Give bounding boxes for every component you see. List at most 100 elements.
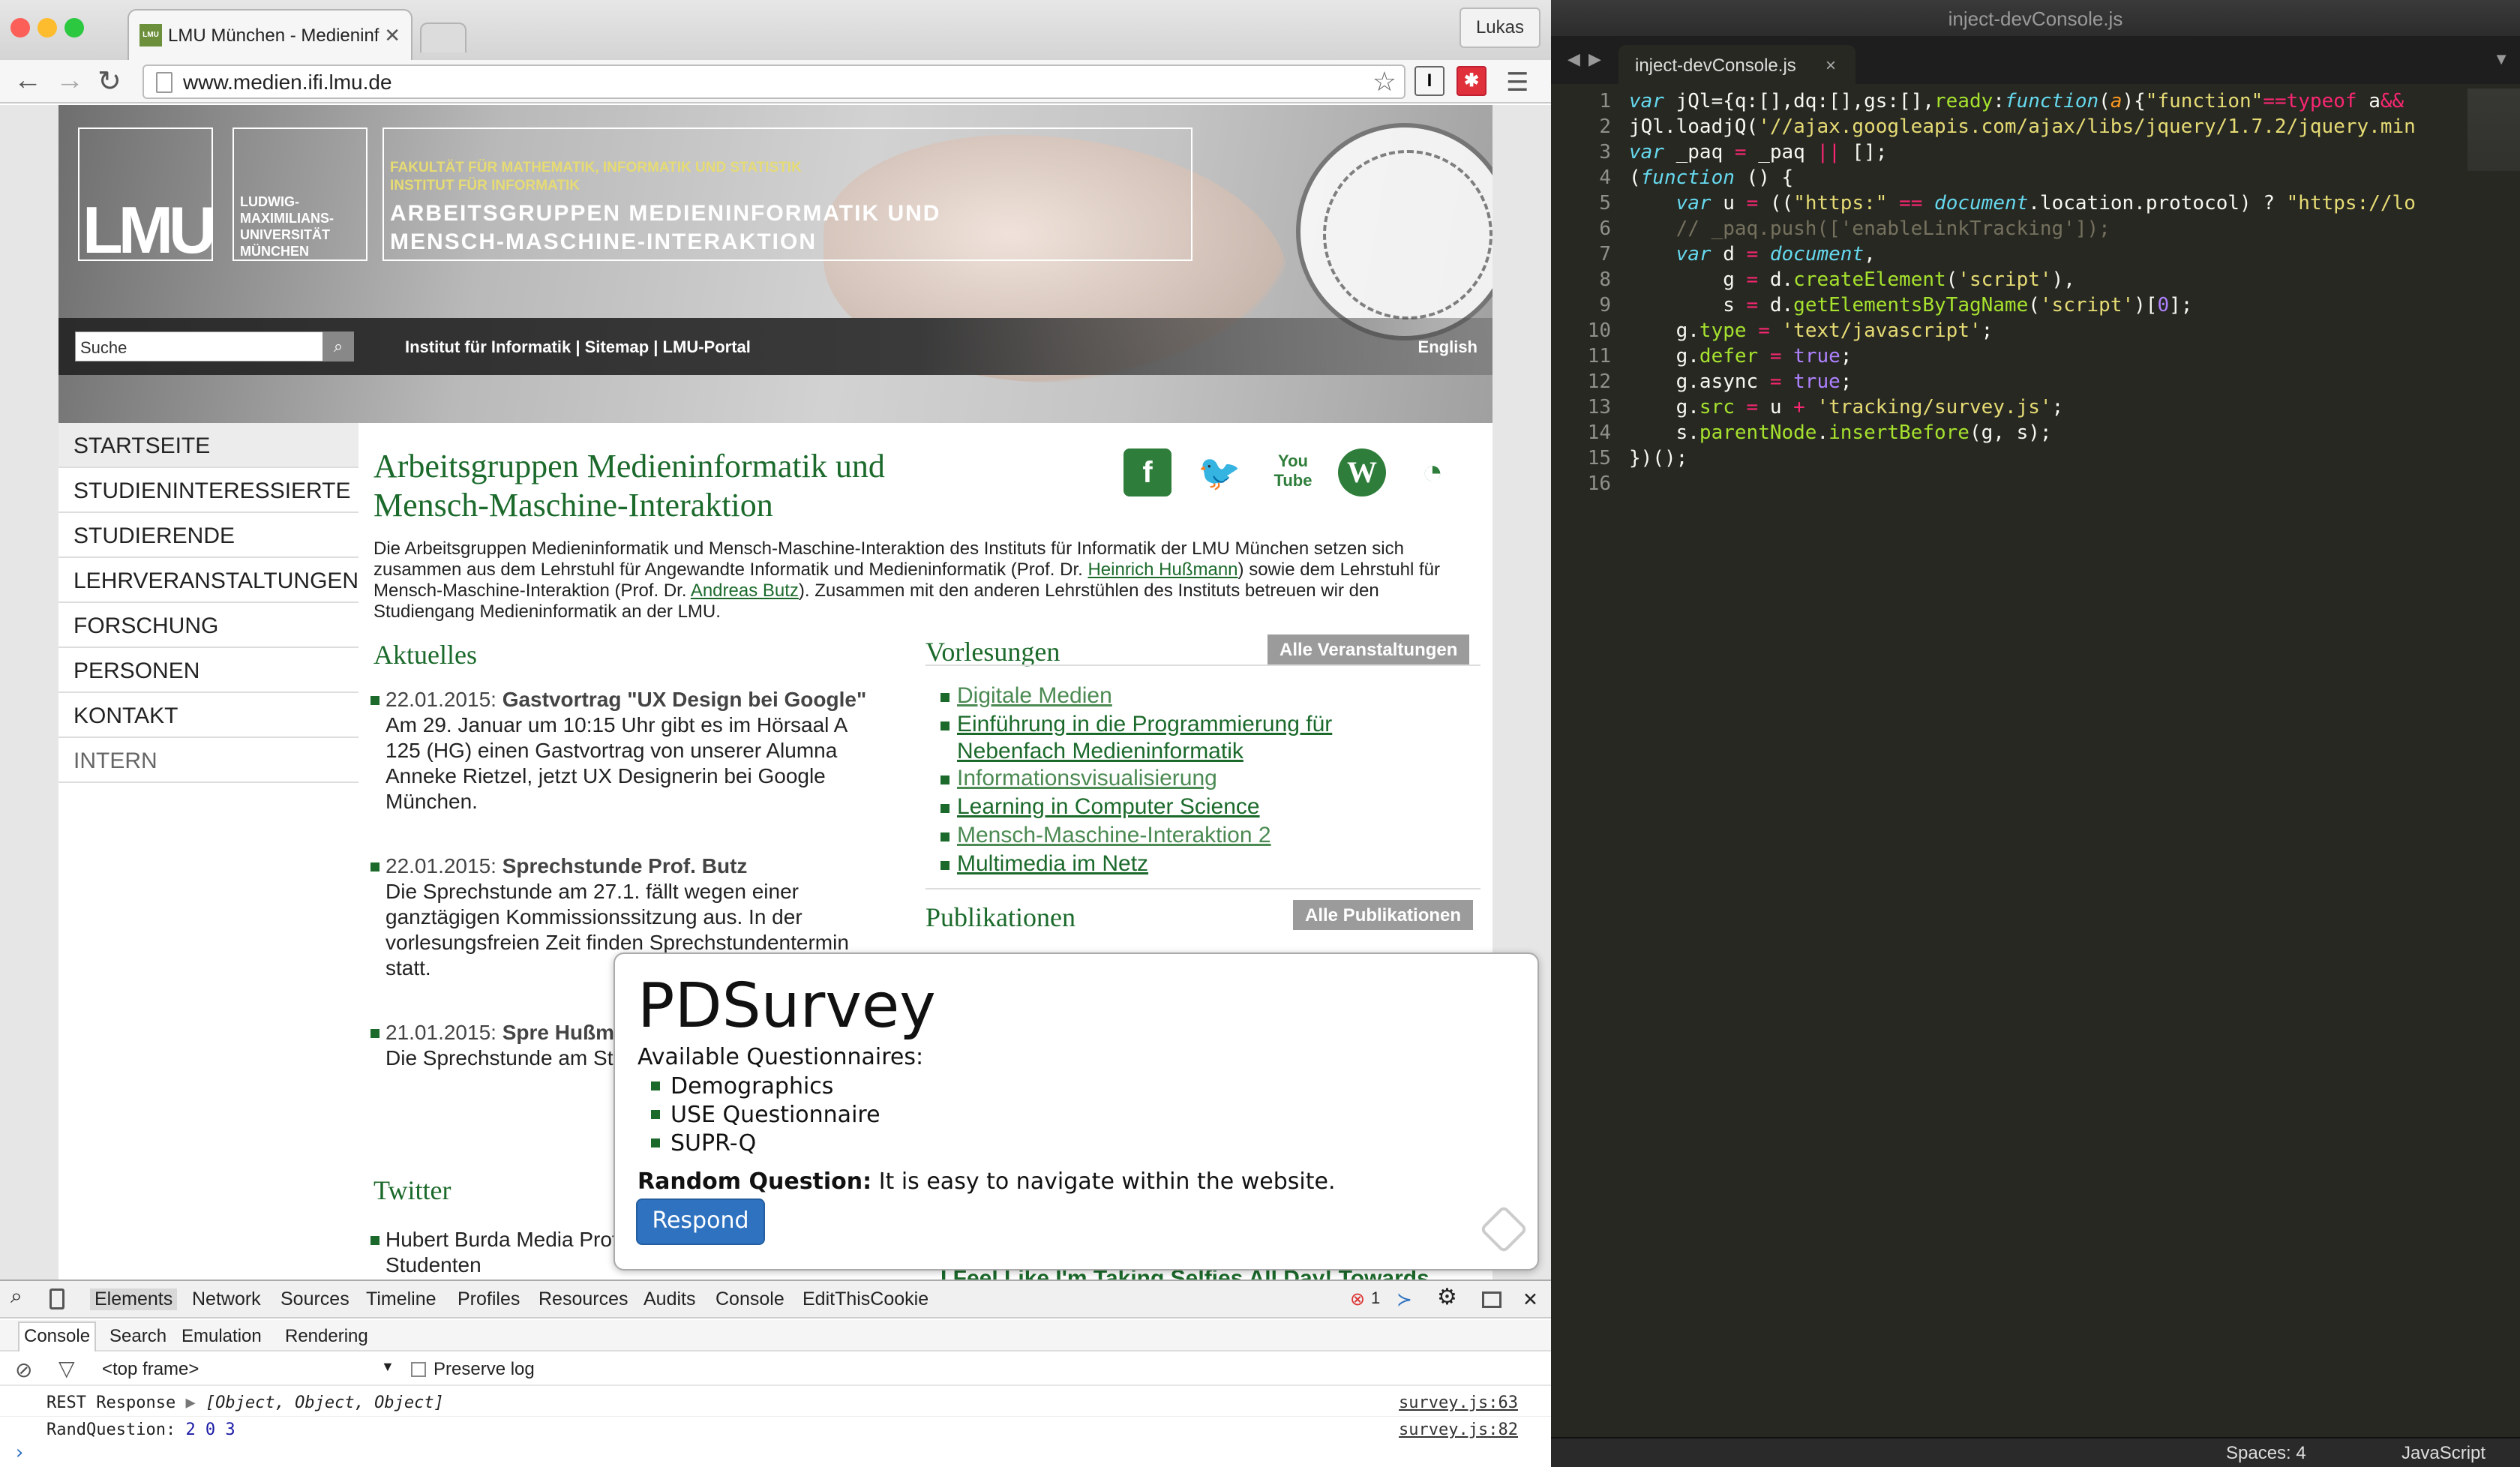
respond-button[interactable]: Respond [636, 1198, 765, 1245]
minimap[interactable] [2468, 88, 2520, 171]
back-arrow-icon[interactable]: ← [14, 64, 42, 97]
facebook-icon[interactable]: f [1124, 448, 1172, 496]
tab-timeline[interactable]: Timeline [366, 1288, 436, 1310]
reload-icon[interactable]: ↻ [98, 64, 122, 98]
lecture-link[interactable]: Informationsvisualisierung [957, 766, 1217, 790]
drawer-tab-rendering[interactable]: Rendering [285, 1326, 368, 1347]
rss-icon[interactable]: ◔ [1408, 448, 1456, 496]
code-line: s.parentNode.insertBefore(g, s); [1629, 422, 2052, 444]
new-tab-button[interactable] [420, 22, 466, 52]
zoom-window-button[interactable] [64, 18, 84, 38]
close-tab-icon[interactable]: × [1826, 56, 1836, 76]
drawer-tab-console[interactable]: Console [18, 1322, 97, 1352]
tab-nav-right-icon[interactable]: ▶ [1588, 50, 1601, 69]
alle-veranstaltungen-button[interactable]: Alle Veranstaltungen [1268, 634, 1470, 664]
bullet-icon [940, 693, 950, 702]
tab-console[interactable]: Console [716, 1288, 784, 1310]
lastpass-extension-icon[interactable]: ✱ [1456, 66, 1486, 96]
lecture-link[interactable]: Digitale Medien [957, 683, 1112, 708]
forward-arrow-icon[interactable]: → [56, 64, 84, 97]
clear-console-icon[interactable]: ⊘ [15, 1358, 32, 1382]
bullet-icon [940, 804, 950, 813]
lecture-link[interactable]: Multimedia im Netz [957, 851, 1148, 876]
address-bar[interactable]: www.medien.ifi.lmu.de ☆ [142, 64, 1406, 99]
profile-button[interactable]: Lukas [1459, 8, 1540, 48]
news-date: 22.01.2015: [386, 854, 496, 878]
settings-gear-icon[interactable]: ⚙ [1437, 1284, 1457, 1310]
tab-audits[interactable]: Audits [644, 1288, 695, 1310]
line-number: 4 [1599, 166, 1611, 189]
lmu-logo[interactable]: LMU [78, 128, 217, 267]
log-source-link[interactable]: survey.js:63 [1399, 1394, 1518, 1412]
instapaper-extension-icon[interactable]: I [1414, 66, 1444, 96]
sidebar-item-startseite[interactable]: STARTSEITE [58, 423, 358, 468]
log-label: RandQuestion: [46, 1420, 176, 1439]
code-area[interactable]: var jQl={q:[],dq:[],gs:[],ready:function… [1629, 88, 2469, 496]
tab-profiles[interactable]: Profiles [458, 1288, 520, 1310]
chevron-down-icon[interactable]: ▼ [381, 1359, 394, 1375]
code-line: var jQl={q:[],dq:[],gs:[],ready:function… [1629, 90, 2404, 112]
questionnaire-item[interactable]: Demographics [651, 1072, 880, 1101]
error-icon[interactable]: ⊗ [1350, 1288, 1365, 1310]
sidebar-item-forschung[interactable]: FORSCHUNG [58, 603, 358, 648]
questionnaire-item[interactable]: USE Questionnaire [651, 1101, 880, 1130]
console-prompt[interactable]: › [14, 1442, 26, 1464]
sidebar-item-intern[interactable]: INTERN [58, 738, 358, 783]
sidebar-item-studierende[interactable]: STUDIERENDE [58, 513, 358, 558]
indentation-setting[interactable]: Spaces: 4 [2226, 1443, 2306, 1464]
console-drawer-icon[interactable]: ≻ [1396, 1288, 1412, 1311]
tab-nav-left-icon[interactable]: ◀ [1568, 50, 1580, 69]
log-value[interactable]: [Object, Object, Object] [206, 1394, 444, 1412]
tab-resources[interactable]: Resources [538, 1288, 628, 1310]
sidebar-item-studieninteressierte[interactable]: STUDIENINTERESSIERTE [58, 468, 358, 513]
sidebar-item-kontakt[interactable]: KONTAKT [58, 693, 358, 738]
news-item: 22.01.2015: Gastvortrag "UX Design bei G… [370, 687, 880, 814]
news-title[interactable]: Gastvortrag "UX Design bei Google" [502, 688, 867, 711]
random-question-label: Random Question: [638, 1168, 872, 1195]
tab-network[interactable]: Network [192, 1288, 261, 1310]
lecture-link[interactable]: Learning in Computer Science [957, 794, 1260, 819]
close-window-button[interactable] [10, 18, 30, 38]
top-links[interactable]: Institut für Informatik | Sitemap | LMU-… [405, 338, 751, 357]
faculty-name: FAKULTÄT FÜR MATHEMATIK, INFORMATIK UND … [390, 160, 802, 176]
news-title[interactable]: Sprechstunde Prof. Butz [502, 854, 748, 878]
line-number: 6 [1599, 218, 1611, 240]
hussmann-link[interactable]: Heinrich Hußmann [1088, 560, 1238, 580]
minimize-window-button[interactable] [38, 18, 57, 38]
browser-tab[interactable]: LMU LMU München - Medieninf ✕ [128, 9, 412, 60]
close-devtools-icon[interactable]: ✕ [1522, 1288, 1538, 1311]
menu-icon[interactable]: ☰ [1506, 68, 1528, 98]
filter-icon[interactable]: ▽ [58, 1356, 75, 1381]
site-search-input[interactable]: Suche [75, 332, 338, 362]
alle-publikationen-button[interactable]: Alle Publikationen [1293, 900, 1474, 930]
preserve-log-checkbox[interactable] [411, 1362, 426, 1377]
tab-sources[interactable]: Sources [280, 1288, 350, 1310]
twitter-icon[interactable]: 🐦 [1196, 448, 1244, 496]
close-tab-icon[interactable]: ✕ [384, 24, 400, 47]
device-mode-icon[interactable] [50, 1288, 64, 1310]
wordpress-icon[interactable]: W [1338, 448, 1386, 496]
bookmark-star-icon[interactable]: ☆ [1372, 66, 1396, 98]
tab-dropdown-icon[interactable]: ▼ [2493, 50, 2510, 69]
expand-triangle-icon[interactable]: ▶ [185, 1394, 195, 1412]
questionnaire-item[interactable]: SUPR-Q [651, 1130, 880, 1158]
lecture-link[interactable]: Einführung in die Programmierung für Neb… [957, 711, 1377, 765]
sidebar-item-lehrveranstaltungen[interactable]: LEHRVERANSTALTUNGEN [58, 558, 358, 603]
syntax-setting[interactable]: JavaScript [2402, 1443, 2486, 1464]
drawer-tab-emulation[interactable]: Emulation [182, 1326, 262, 1347]
log-source-link[interactable]: survey.js:82 [1399, 1420, 1518, 1439]
lecture-link[interactable]: Mensch-Maschine-Interaktion 2 [957, 823, 1271, 848]
inspect-search-icon[interactable]: ⌕ [10, 1284, 22, 1309]
drawer-tab-search[interactable]: Search [110, 1326, 166, 1347]
youtube-icon[interactable]: You Tube [1269, 448, 1317, 496]
tab-editthiscookie[interactable]: EditThisCookie [802, 1288, 928, 1310]
dock-icon[interactable] [1482, 1292, 1502, 1308]
sidebar-item-personen[interactable]: PERSONEN [58, 648, 358, 693]
frame-selector[interactable]: <top frame> [102, 1359, 199, 1380]
pencil-icon[interactable] [1479, 1204, 1528, 1254]
tab-elements[interactable]: Elements [90, 1288, 178, 1310]
english-link[interactable]: English [1418, 338, 1478, 357]
butz-link[interactable]: Andreas Butz [691, 580, 799, 601]
search-icon[interactable]: ⌕ [322, 332, 354, 362]
editor-tab[interactable]: inject-devConsole.js × [1618, 45, 1856, 84]
